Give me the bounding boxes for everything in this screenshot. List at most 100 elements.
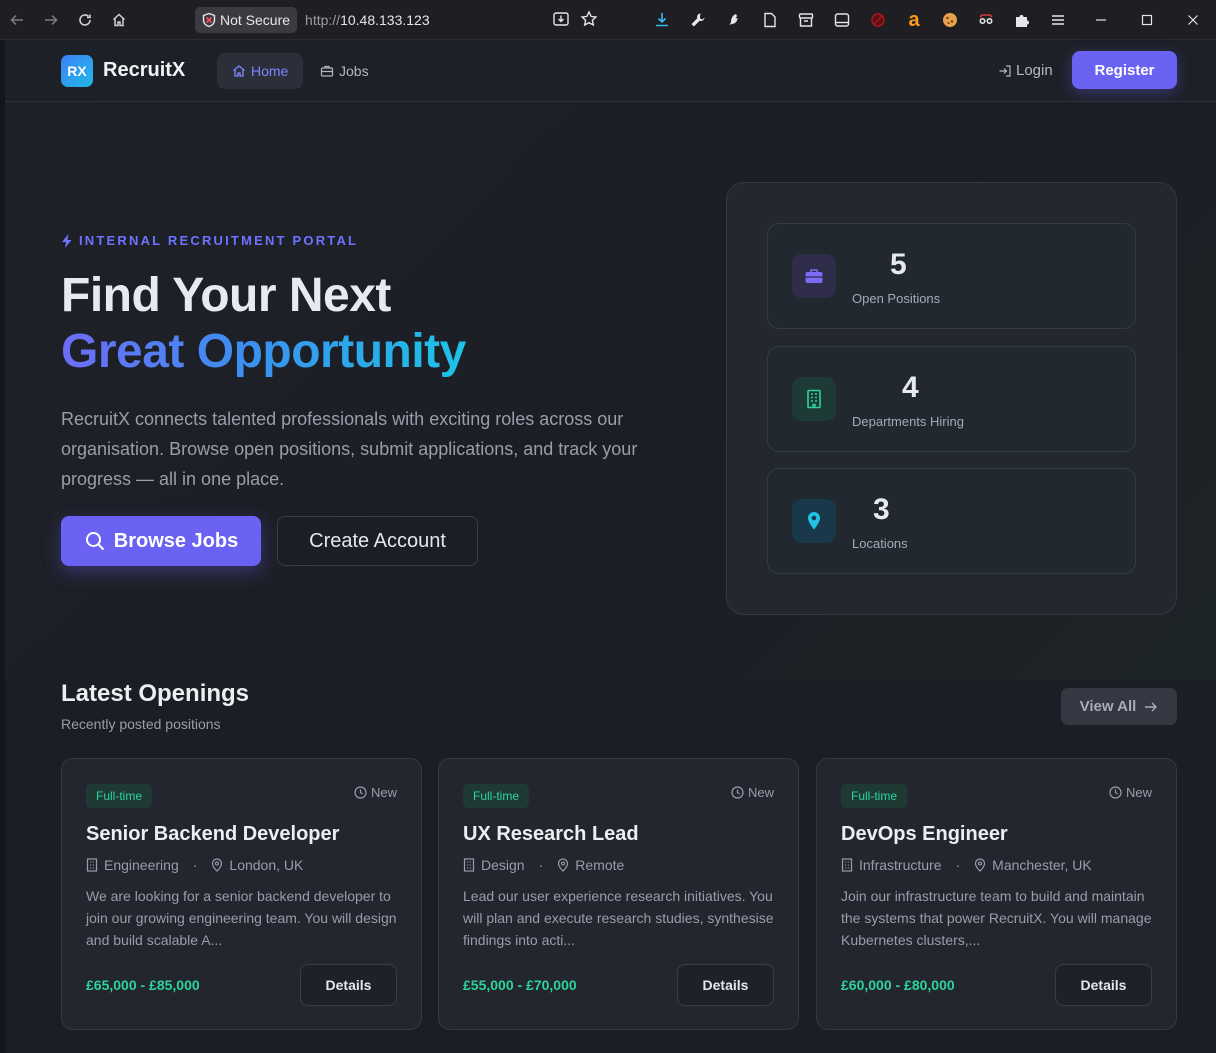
map-pin-icon <box>792 499 836 543</box>
job-title[interactable]: DevOps Engineer <box>841 823 1008 846</box>
job-department: Engineering <box>104 857 179 873</box>
job-salary: £55,000 - £70,000 <box>463 977 577 993</box>
brand-name[interactable]: RecruitX <box>103 59 185 82</box>
forward-icon[interactable] <box>34 3 68 37</box>
map-pin-icon <box>975 858 986 872</box>
login-label: Login <box>1016 62 1053 79</box>
app-root: RX RecruitX Home Jobs Login Register INT… <box>0 40 1216 1053</box>
register-button[interactable]: Register <box>1072 51 1177 89</box>
archive-icon[interactable] <box>788 8 824 32</box>
job-department: Design <box>481 857 525 873</box>
create-account-button[interactable]: Create Account <box>277 516 478 566</box>
job-card[interactable]: Full-time New Senior Backend Developer E… <box>61 758 422 1030</box>
job-description: Lead our user experience research initia… <box>463 888 774 948</box>
job-salary: £60,000 - £80,000 <box>841 977 955 993</box>
login-link[interactable]: Login <box>998 62 1053 79</box>
building-icon <box>841 858 853 872</box>
home-icon[interactable] <box>102 3 136 37</box>
view-all-button[interactable]: View All <box>1061 688 1177 725</box>
url-scheme: http:// <box>305 12 341 28</box>
meta-separator: · <box>192 857 198 873</box>
job-location: Manchester, UK <box>992 857 1092 873</box>
job-salary: £65,000 - £85,000 <box>86 977 200 993</box>
new-tag-label: New <box>1125 785 1152 800</box>
map-pin-icon <box>212 858 223 872</box>
stat-value: 4 <box>902 371 919 404</box>
nav-home-label: Home <box>251 63 289 79</box>
job-card[interactable]: Full-time New UX Research Lead Design · … <box>438 758 799 1030</box>
building-icon <box>86 858 98 872</box>
latest-openings-title: Latest Openings <box>61 680 250 707</box>
clock-icon <box>1109 786 1122 799</box>
briefcase-icon <box>792 254 836 298</box>
blocker-icon[interactable] <box>860 8 896 32</box>
job-description: Join our infrastructure team to build an… <box>841 888 1152 948</box>
new-tag-label: New <box>370 785 397 800</box>
wrench-icon[interactable] <box>680 8 716 32</box>
url-host: 10.48.133.123 <box>340 12 430 28</box>
job-title[interactable]: Senior Backend Developer <box>86 823 339 846</box>
document-extension-icon[interactable] <box>752 8 788 32</box>
stat-label: Open Positions <box>852 291 941 306</box>
minimize-icon[interactable] <box>1078 0 1124 40</box>
lightning-icon <box>62 233 72 248</box>
install-app-icon[interactable] <box>552 10 570 28</box>
details-button[interactable]: Details <box>1055 964 1152 1006</box>
amazon-a-icon[interactable]: a <box>896 8 932 32</box>
stat-label: Departments Hiring <box>852 414 964 429</box>
security-label: Not Secure <box>220 12 291 28</box>
hamburger-menu-icon[interactable] <box>1040 8 1076 32</box>
close-window-icon[interactable] <box>1170 0 1216 40</box>
hero-eyebrow: INTERNAL RECRUITMENT PORTAL <box>61 233 358 248</box>
job-meta: Infrastructure · Manchester, UK <box>841 857 1092 873</box>
hero-lead: RecruitX connects talented professionals… <box>61 409 638 489</box>
clock-icon <box>354 786 367 799</box>
browse-jobs-button[interactable]: Browse Jobs <box>61 516 261 566</box>
job-meta: Engineering · London, UK <box>86 857 303 873</box>
address-bar-actions <box>552 10 598 28</box>
hero-eyebrow-text: INTERNAL RECRUITMENT PORTAL <box>79 233 359 248</box>
address-bar[interactable]: Not Secure http://10.48.133.123 <box>195 6 605 34</box>
url-text[interactable]: http://10.48.133.123 <box>305 12 430 28</box>
hero-headline-line2: Great Opportunity <box>61 325 466 378</box>
reader-view-icon[interactable] <box>824 8 860 32</box>
job-department: Infrastructure <box>859 857 942 873</box>
security-indicator[interactable]: Not Secure <box>195 7 298 33</box>
login-icon <box>999 64 1011 77</box>
back-icon[interactable] <box>0 3 34 37</box>
stat-value: 5 <box>890 248 907 281</box>
details-button[interactable]: Details <box>677 964 774 1006</box>
stat-card-departments: 4 Departments Hiring <box>767 346 1136 452</box>
map-pin-icon <box>558 858 569 872</box>
stats-panel: 5 Open Positions 4 Departments Hiring 3 … <box>726 182 1177 615</box>
brand-logo[interactable]: RX <box>61 54 93 87</box>
download-icon[interactable] <box>644 8 680 32</box>
reload-icon[interactable] <box>68 3 102 37</box>
building-icon <box>792 377 836 421</box>
stat-card-locations: 3 Locations <box>767 468 1136 574</box>
nav-jobs-tab[interactable]: Jobs <box>305 53 384 89</box>
feather-icon[interactable] <box>716 8 752 32</box>
home-icon <box>233 65 245 77</box>
building-icon <box>463 858 475 872</box>
view-all-label: View All <box>1079 698 1137 715</box>
spy-glasses-icon[interactable] <box>968 8 1004 32</box>
maximize-icon[interactable] <box>1124 0 1170 40</box>
arrow-right-icon <box>1145 702 1158 711</box>
clock-icon <box>731 786 744 799</box>
job-title[interactable]: UX Research Lead <box>463 823 639 846</box>
job-card[interactable]: Full-time New DevOps Engineer Infrastruc… <box>816 758 1177 1030</box>
details-button[interactable]: Details <box>300 964 397 1006</box>
puzzle-extensions-icon[interactable] <box>1004 8 1040 32</box>
job-description: We are looking for a senior backend deve… <box>86 888 397 948</box>
nav-home-tab[interactable]: Home <box>217 53 304 89</box>
job-type-badge: Full-time <box>463 784 530 808</box>
search-icon <box>85 532 104 551</box>
hero-headline-line1: Find Your Next <box>61 269 391 322</box>
job-type-badge: Full-time <box>86 784 153 808</box>
cookie-icon[interactable] <box>932 8 968 32</box>
bookmark-star-icon[interactable] <box>580 10 598 28</box>
browse-jobs-label: Browse Jobs <box>113 529 239 552</box>
meta-separator: · <box>538 857 544 873</box>
stat-label: Locations <box>852 536 908 551</box>
